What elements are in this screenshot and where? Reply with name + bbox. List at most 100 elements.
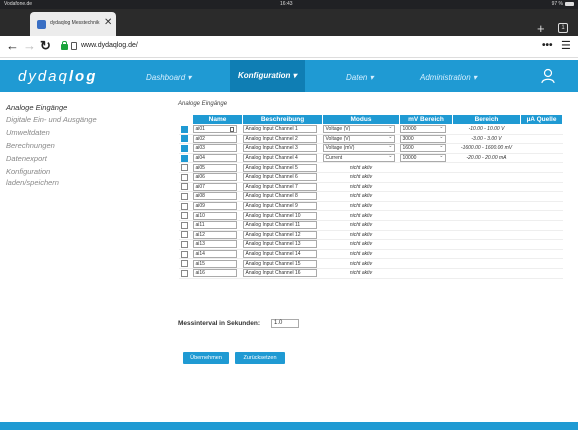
channel-name-input[interactable]: ai14 (192, 250, 237, 259)
channel-checkbox[interactable] (180, 164, 188, 172)
channel-checkbox[interactable] (180, 183, 188, 191)
range-cell (452, 230, 521, 241)
mv-range-select[interactable]: 10000 (399, 153, 446, 163)
channel-name-input[interactable]: ai10 (192, 211, 237, 220)
reset-button[interactable]: Zurücksetzen (235, 352, 285, 364)
back-arrow-icon[interactable]: ← (6, 39, 19, 53)
row-checkbox-cell (178, 182, 193, 193)
channel-checkbox[interactable] (180, 154, 188, 162)
channel-checkbox[interactable] (180, 212, 188, 220)
channel-name-input[interactable]: ai07 (192, 182, 237, 191)
name-cell: ai03 (192, 143, 243, 154)
channel-description-input[interactable]: Analog Input Channel 15 (242, 259, 317, 268)
channel-checkbox[interactable] (180, 269, 188, 277)
channel-name-input[interactable]: ai03 (192, 144, 237, 153)
channel-description-input[interactable]: Analog Input Channel 6 (242, 173, 317, 182)
url-field[interactable]: www.dydaqlog.de/ (81, 42, 138, 49)
mode-select[interactable]: Voltage (V) (322, 124, 395, 134)
channel-description-input[interactable]: Analog Input Channel 7 (242, 182, 317, 191)
sidebar-item-berechnungen[interactable]: Berechnungen (6, 141, 55, 150)
ua-cell (520, 258, 563, 269)
site-logo[interactable]: dydaqlog (18, 68, 97, 85)
mv-range-select[interactable]: 10000 (399, 124, 446, 134)
nav-konfiguration[interactable]: Konfiguration ▾ (230, 60, 305, 92)
reload-icon[interactable]: ↻ (40, 39, 51, 53)
channel-description-input[interactable]: Analog Input Channel 5 (242, 163, 317, 172)
channel-description-input[interactable]: Analog Input Channel 16 (242, 269, 317, 278)
nav-daten[interactable]: Daten ▾ (346, 73, 374, 82)
channel-description-input[interactable]: Analog Input Channel 11 (242, 221, 317, 230)
channel-name-input[interactable]: ai06 (192, 173, 237, 182)
channel-name-input[interactable]: ai15 (192, 259, 237, 268)
channel-description-input[interactable]: Analog Input Channel 13 (242, 240, 317, 249)
sidebar-item-umweltdaten[interactable]: Umweltdaten (6, 128, 50, 137)
sidebar-item-laden-speichern[interactable]: laden/speichern (6, 178, 59, 187)
channel-checkbox[interactable] (180, 173, 188, 181)
mv-range-select[interactable]: 3000 (399, 134, 446, 143)
more-menu-icon[interactable]: ••• (542, 40, 553, 51)
apply-button[interactable]: Übernehmen (183, 352, 229, 364)
channel-checkbox[interactable] (180, 202, 188, 210)
logo-text-bold: log (68, 68, 98, 85)
channel-description-input[interactable]: Analog Input Channel 3 (242, 144, 317, 153)
user-icon[interactable] (541, 68, 555, 84)
browser-tab[interactable]: dydaqlog Messtechnik ✕ (30, 12, 116, 36)
mode-select[interactable]: Voltage (V) (322, 134, 395, 143)
header-bereich: Bereich (452, 114, 521, 125)
sidebar-item-analoge-eingaenge[interactable]: Analoge Eingänge (6, 103, 67, 112)
range-cell (452, 172, 521, 183)
mode-status: nicht aktiv (322, 191, 400, 202)
channel-name-input[interactable]: ai11 (192, 221, 237, 230)
channel-name-input[interactable]: ai16 (192, 269, 237, 278)
sidebar-item-konfiguration[interactable]: Konfiguration (6, 167, 50, 176)
hamburger-menu-icon[interactable]: ☰ (561, 39, 571, 52)
mv-range-select[interactable]: 1600 (399, 143, 446, 153)
nav-dashboard[interactable]: Dashboard ▾ (146, 73, 191, 82)
channel-name-input[interactable]: ai04 (192, 154, 237, 163)
sidebar-item-datenexport[interactable]: Datenexport (6, 154, 47, 163)
channel-name-input[interactable]: ai05 (192, 163, 237, 172)
channel-name-input[interactable]: ai02 (192, 134, 237, 143)
channel-description-input[interactable]: Analog Input Channel 10 (242, 211, 317, 220)
channel-name: ai04 (195, 155, 205, 162)
channel-checkbox[interactable] (180, 144, 188, 152)
channel-checkbox[interactable] (180, 135, 188, 143)
channel-description-input[interactable]: Analog Input Channel 12 (242, 230, 317, 239)
channel-checkbox[interactable] (180, 260, 188, 268)
channel-description-input[interactable]: Analog Input Channel 8 (242, 192, 317, 201)
channel-name: ai07 (195, 183, 205, 190)
mode-select[interactable]: Current (322, 153, 395, 163)
channel-checkbox[interactable] (180, 240, 188, 248)
channel-checkbox[interactable] (180, 221, 188, 229)
channel-description-input[interactable]: Analog Input Channel 9 (242, 202, 317, 211)
row-checkbox-cell (178, 230, 193, 241)
nav-administration[interactable]: Administration ▾ (420, 73, 477, 82)
channel-name-input[interactable]: ai09 (192, 202, 237, 211)
forward-arrow-icon[interactable]: → (23, 39, 36, 53)
close-tab-icon[interactable]: ✕ (104, 17, 112, 29)
channel-checkbox[interactable] (180, 125, 188, 133)
channel-name-input[interactable]: ai13 (192, 240, 237, 249)
section-title: Analoge Eingänge (178, 101, 228, 107)
channel-name-input[interactable]: ai12 (192, 230, 237, 239)
edit-icon[interactable] (229, 127, 234, 133)
channel-checkbox[interactable] (180, 231, 188, 239)
channel-name: ai06 (195, 174, 205, 181)
channel-checkbox[interactable] (180, 250, 188, 258)
tab-switcher-icon[interactable]: 1 (558, 23, 568, 33)
page-info-icon[interactable] (71, 42, 77, 50)
channel-name-input[interactable]: ai08 (192, 192, 237, 201)
interval-input[interactable]: 1.0 (271, 319, 299, 328)
channel-description-input[interactable]: Analog Input Channel 4 (242, 154, 317, 163)
channel-description-input[interactable]: Analog Input Channel 14 (242, 250, 317, 259)
sidebar-item-digitale-io[interactable]: Digitale Ein- und Ausgänge (6, 115, 97, 124)
mode-select[interactable]: Voltage (mV) (322, 143, 395, 153)
new-tab-icon[interactable]: + (537, 22, 545, 35)
row-checkbox-cell (178, 249, 193, 260)
channel-checkbox[interactable] (180, 192, 188, 200)
channel-description-input[interactable]: Analog Input Channel 1 (242, 125, 317, 134)
channel-description-input[interactable]: Analog Input Channel 2 (242, 134, 317, 143)
name-cell: ai04 (192, 153, 243, 164)
channel-name-input[interactable]: ai01 (192, 125, 237, 134)
name-cell: ai13 (192, 239, 243, 250)
